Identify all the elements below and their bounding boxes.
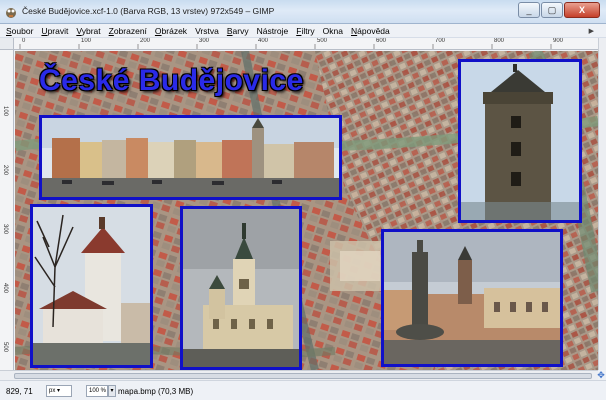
- ruler-label: 100: [81, 38, 92, 44]
- image-menu-arrow-icon[interactable]: ▶: [589, 27, 594, 35]
- menu-barvy[interactable]: Barvy: [227, 26, 249, 36]
- zoom-input[interactable]: 100 %: [86, 385, 108, 397]
- pointer-coordinates: 829, 71: [6, 387, 33, 396]
- window-title: České Budějovice.xcf-1.0 (Barva RGB, 13 …: [22, 6, 275, 16]
- ruler-label: 100: [2, 106, 8, 117]
- document-title-text: České Budějovice: [39, 64, 304, 97]
- ruler-label: 500: [317, 38, 328, 44]
- menu-zobrazeni[interactable]: Zobrazení: [109, 26, 147, 36]
- ruler-label: 800: [494, 38, 505, 44]
- menu-vybrat[interactable]: Vybrat: [76, 26, 100, 36]
- unit-dropdown[interactable]: px ▾: [46, 385, 72, 397]
- ruler-label: 200: [2, 165, 8, 176]
- ruler-label: 600: [376, 38, 387, 44]
- ruler-label: 300: [2, 224, 8, 235]
- ruler-label: 300: [199, 38, 210, 44]
- menu-soubor[interactable]: Soubor: [6, 26, 33, 36]
- status-bar: 829, 71 px ▾ 100 % ▾ mapa.bmp (70,3 MB): [0, 380, 606, 400]
- horizontal-ruler-ticks: [19, 44, 552, 49]
- window-controls: _ ▢ X: [517, 2, 600, 19]
- horizontal-scroll-thumb[interactable]: [14, 373, 592, 379]
- quick-mask-corner[interactable]: [0, 38, 14, 50]
- menu-filtry[interactable]: Filtry: [296, 26, 314, 36]
- title-bar[interactable]: České Budějovice.xcf-1.0 (Barva RGB, 13 …: [0, 0, 606, 24]
- photo-square-panorama: [39, 115, 342, 200]
- menu-vrstva[interactable]: Vrstva: [195, 26, 219, 36]
- close-button[interactable]: X: [564, 2, 600, 18]
- status-message: mapa.bmp (70,3 MB): [118, 387, 194, 396]
- ruler-label: 500: [2, 342, 8, 353]
- menu-napoveda[interactable]: Nápověda: [351, 26, 390, 36]
- vertical-scrollbar[interactable]: [598, 38, 606, 370]
- navigate-icon[interactable]: ✥: [596, 370, 606, 380]
- gimp-app-icon: [6, 8, 16, 18]
- gimp-window: České Budějovice.xcf-1.0 (Barva RGB, 13 …: [0, 0, 606, 400]
- unit-value: px: [49, 388, 56, 394]
- minimize-button[interactable]: _: [518, 2, 540, 18]
- horizontal-ruler[interactable]: 0 100 200 300 400 500 600 700 800 900: [14, 38, 598, 50]
- ruler-label: 400: [2, 283, 8, 294]
- photo-cathedral-tower: [180, 206, 302, 370]
- vertical-ruler[interactable]: 100 200 300 400 500: [0, 50, 14, 370]
- menu-nastroje[interactable]: Nástroje: [257, 26, 289, 36]
- ruler-label: 900: [553, 38, 564, 44]
- menu-obrazek[interactable]: Obrázek: [155, 26, 187, 36]
- menu-bar: Soubor Upravit Vybrat Zobrazení Obrázek …: [0, 24, 606, 38]
- menu-okna[interactable]: Okna: [323, 26, 343, 36]
- photo-white-tower: [30, 204, 153, 368]
- zoom-dropdown-arrow-icon[interactable]: ▾: [108, 385, 116, 397]
- ruler-label: 400: [258, 38, 269, 44]
- ruler-label: 0: [22, 38, 26, 44]
- menu-upravit[interactable]: Upravit: [41, 26, 68, 36]
- photo-samson-fountain: [381, 229, 563, 367]
- image-canvas[interactable]: České Budějovice: [15, 51, 598, 370]
- photo-black-tower: [458, 59, 582, 223]
- horizontal-scrollbar[interactable]: [0, 370, 598, 380]
- maximize-button[interactable]: ▢: [541, 2, 563, 18]
- ruler-label: 200: [140, 38, 151, 44]
- ruler-label: 700: [435, 38, 446, 44]
- zoom-value: 100 %: [89, 388, 107, 394]
